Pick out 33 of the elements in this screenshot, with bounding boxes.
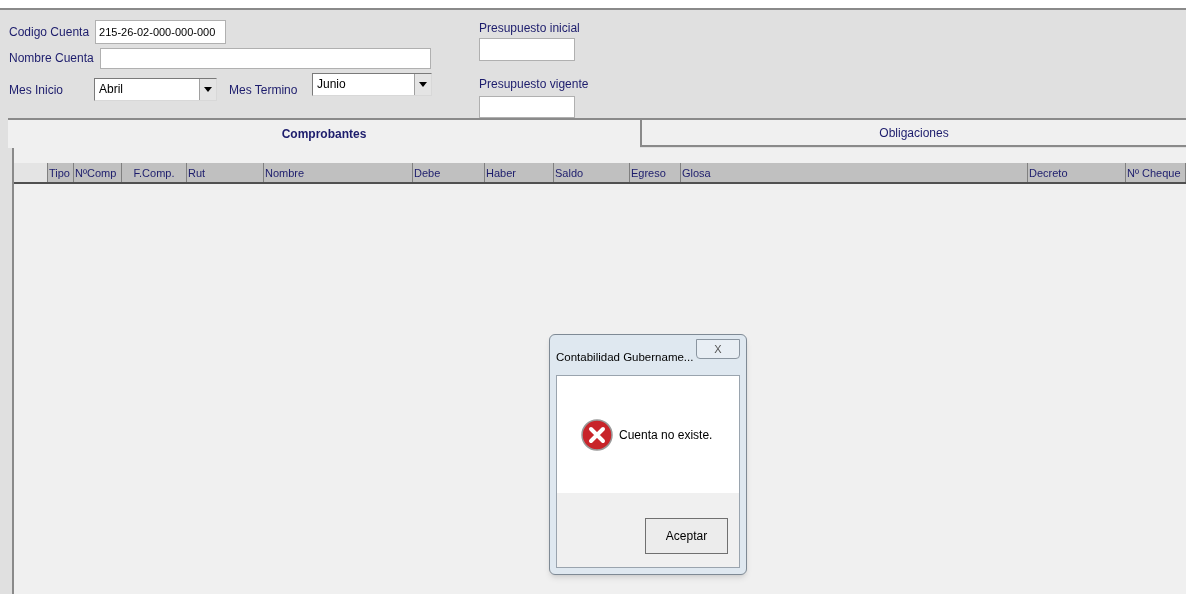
dropdown[interactable]: Junio: [312, 73, 432, 96]
column-header[interactable]: NºComp: [74, 163, 122, 182]
caret-icon: [414, 74, 431, 95]
column-header[interactable]: Decreto: [1028, 163, 1126, 182]
column-header[interactable]: Debe: [413, 163, 485, 182]
tab[interactable]: Comprobantes: [8, 118, 640, 148]
column-header[interactable]: F.Comp.: [122, 163, 187, 182]
field-label: Nombre Cuenta: [9, 50, 94, 67]
column-header[interactable]: Rut: [187, 163, 264, 182]
field-label: Presupuesto inicial: [479, 20, 581, 37]
input-field[interactable]: [479, 38, 575, 61]
dialog-title: Contabilidad Gubername...: [556, 350, 695, 366]
input-field[interactable]: [99, 47, 431, 69]
dialog-message: Cuenta no existe.: [619, 426, 713, 444]
column-header[interactable]: Glosa: [681, 163, 1028, 182]
column-header[interactable]: Nombre: [264, 163, 413, 182]
column-header[interactable]: Tipo: [48, 163, 74, 182]
close-button[interactable]: X: [696, 339, 740, 359]
field-label: Mes Inicio: [9, 83, 64, 97]
input-field[interactable]: 215-26-02-000-000-000: [95, 20, 227, 44]
column-header[interactable]: Nº Cheque: [1126, 163, 1186, 182]
tab[interactable]: Obligaciones: [640, 118, 1186, 147]
dropdown[interactable]: Abril: [94, 78, 217, 101]
column-header[interactable]: Saldo: [554, 163, 630, 182]
field-label: Presupuesto vigente: [479, 76, 589, 91]
caret-icon: [199, 79, 216, 100]
column-header[interactable]: Egreso: [630, 163, 681, 182]
accept-button[interactable]: Aceptar: [645, 518, 728, 554]
column-header[interactable]: Haber: [485, 163, 554, 182]
field-label: Mes Termino: [229, 83, 298, 97]
field-label: Codigo Cuenta: [9, 24, 90, 41]
input-field[interactable]: [479, 95, 575, 118]
error-icon: [581, 418, 613, 451]
